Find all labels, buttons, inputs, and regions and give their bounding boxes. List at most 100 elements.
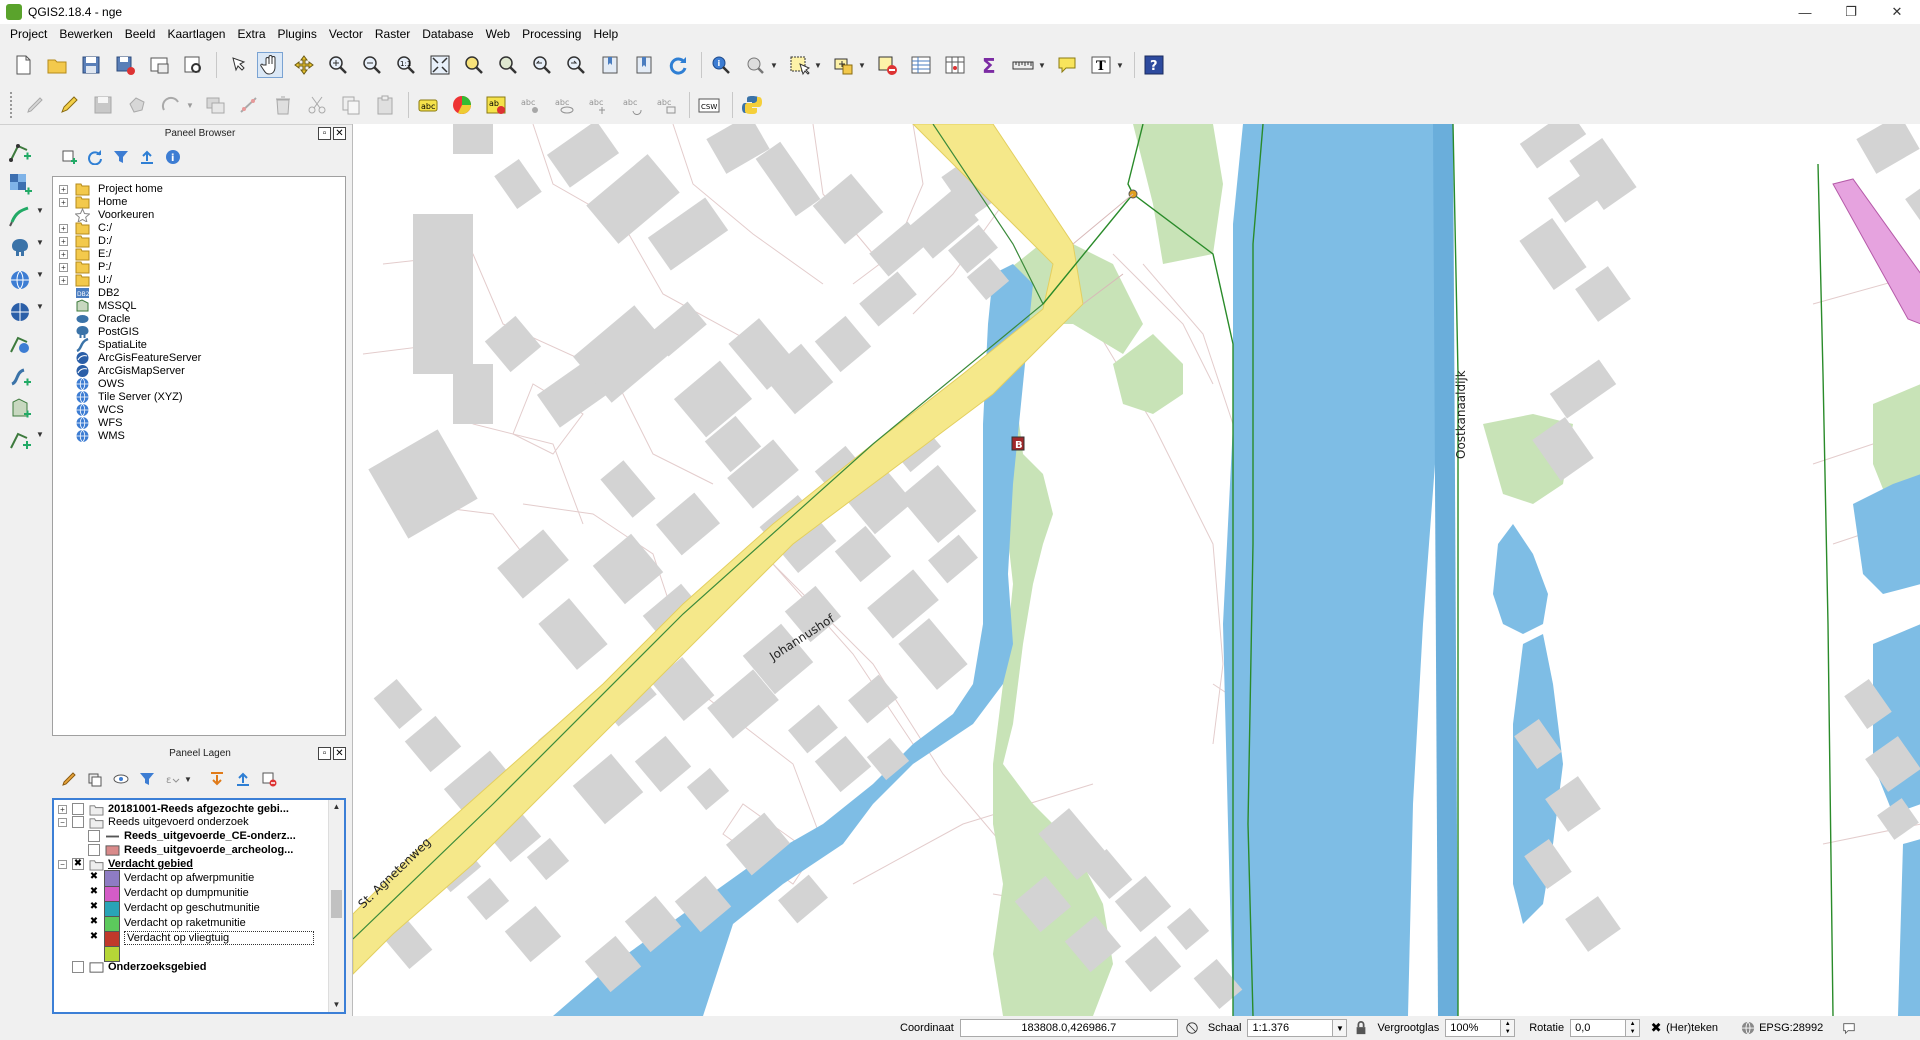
chevron-down-icon[interactable]: ▼ <box>36 238 44 247</box>
add-delimited-text-icon[interactable] <box>6 202 34 230</box>
menu-web[interactable]: Web <box>480 27 516 41</box>
collapse-all-icon[interactable] <box>138 148 156 166</box>
expand-toggle-icon[interactable]: + <box>59 236 68 246</box>
expand-toggle-icon[interactable]: + <box>59 223 68 233</box>
add-feature-icon[interactable] <box>124 92 150 118</box>
magnifier-spinner[interactable]: ▲ ▼ <box>1501 1019 1516 1037</box>
chevron-down-icon[interactable]: ▼ <box>1038 61 1046 70</box>
menu-extra[interactable]: Extra <box>231 27 271 41</box>
help-icon[interactable]: ? <box>1141 52 1167 78</box>
add-spatialite-layer-icon[interactable] <box>6 362 34 390</box>
magnifier-field[interactable]: 100% <box>1445 1019 1502 1037</box>
manage-visibility-icon[interactable] <box>112 770 130 788</box>
menu-raster[interactable]: Raster <box>369 27 416 41</box>
menu-help[interactable]: Help <box>587 27 624 41</box>
rotation-spinner[interactable]: ▲ ▼ <box>1626 1019 1641 1037</box>
show-bookmarks-icon[interactable] <box>631 52 657 78</box>
zoom-to-layer-icon[interactable] <box>495 52 521 78</box>
collapse-all-icon[interactable] <box>234 770 252 788</box>
pan-to-selection-icon[interactable] <box>291 52 317 78</box>
layer-diagram-icon[interactable] <box>449 92 475 118</box>
python-console-icon[interactable] <box>739 92 765 118</box>
class-visibility-checkbox[interactable]: ✖ <box>88 872 100 884</box>
chevron-down-icon[interactable]: ▼ <box>858 61 866 70</box>
layer-visibility-checkbox[interactable] <box>88 830 100 842</box>
zoom-full-icon[interactable] <box>427 52 453 78</box>
close-panel-button[interactable]: ✕ <box>333 127 346 140</box>
paste-features-icon[interactable] <box>372 92 398 118</box>
attribute-table-icon[interactable] <box>908 52 934 78</box>
zoom-to-selection-icon[interactable] <box>461 52 487 78</box>
rotation-field[interactable]: 0,0 <box>1570 1019 1627 1037</box>
menu-plugins[interactable]: Plugins <box>272 27 323 41</box>
coordinate-field[interactable]: 183808.0,426986.7 <box>959 1019 1178 1037</box>
minimize-button[interactable]: — <box>1782 0 1828 24</box>
menu-processing[interactable]: Processing <box>516 27 587 41</box>
zoom-last-icon[interactable] <box>529 52 555 78</box>
layer-visibility-checkbox[interactable] <box>72 816 84 828</box>
open-project-icon[interactable] <box>44 52 70 78</box>
add-wcs-layer-icon[interactable] <box>6 298 34 326</box>
node-tool-icon[interactable] <box>236 92 262 118</box>
chevron-down-icon[interactable]: ▼ <box>36 430 44 439</box>
render-checkbox-icon[interactable]: ✖ <box>1648 1020 1664 1036</box>
zoom-in-icon[interactable] <box>325 52 351 78</box>
add-wfs-layer-icon[interactable] <box>6 330 34 358</box>
menu-kaartlagen[interactable]: Kaartlagen <box>161 27 231 41</box>
change-label-icon[interactable]: abc <box>653 92 679 118</box>
move-label-icon[interactable]: abc <box>585 92 611 118</box>
scroll-up-icon[interactable]: ▲ <box>329 800 344 814</box>
float-panel-button[interactable]: ▫ <box>318 747 331 760</box>
add-raster-layer-icon[interactable] <box>6 170 34 198</box>
toggle-editing-icon[interactable] <box>56 92 82 118</box>
toggle-extents-icon[interactable] <box>1184 1020 1200 1036</box>
menu-project[interactable]: Project <box>4 27 53 41</box>
add-wms-layer-icon[interactable] <box>6 266 34 294</box>
menu-database[interactable]: Database <box>416 27 479 41</box>
chevron-down-icon[interactable]: ▼ <box>36 302 44 311</box>
expand-toggle-icon[interactable]: + <box>59 184 68 194</box>
map-canvas[interactable]: St. Agnetenweg Johannushof Oostkanaaldij… <box>352 124 1920 1016</box>
toolbar-grip[interactable] <box>10 92 14 118</box>
layer-visibility-checkbox[interactable] <box>72 803 84 815</box>
layer-labeling-icon[interactable]: abc <box>415 92 441 118</box>
map-tips-icon[interactable] <box>1054 52 1080 78</box>
identify-icon[interactable]: i <box>708 52 734 78</box>
menu-vector[interactable]: Vector <box>323 27 369 41</box>
expand-toggle-icon[interactable]: + <box>59 249 68 259</box>
show-hide-labels-icon[interactable]: abc <box>551 92 577 118</box>
remove-layer-icon[interactable] <box>260 770 278 788</box>
chevron-down-icon[interactable]: ▼ <box>186 101 194 110</box>
styling-brush-icon[interactable] <box>60 770 78 788</box>
highlight-pinned-labels-icon[interactable]: ab <box>483 92 509 118</box>
new-shapefile-layer-icon[interactable] <box>6 426 34 454</box>
action-icon[interactable] <box>742 52 768 78</box>
field-calculator-icon[interactable] <box>942 52 968 78</box>
messages-icon[interactable] <box>1841 1020 1857 1036</box>
add-group-icon[interactable] <box>86 770 104 788</box>
deselect-icon[interactable] <box>874 52 900 78</box>
info-icon[interactable]: i <box>164 148 182 166</box>
crs-label[interactable]: EPSG:28992 <box>1759 1022 1823 1034</box>
close-button[interactable]: ✕ <box>1874 0 1920 24</box>
class-visibility-checkbox[interactable]: ✖ <box>88 887 100 899</box>
zoom-next-icon[interactable] <box>563 52 589 78</box>
map-rendering[interactable]: St. Agnetenweg Johannushof Oostkanaaldij… <box>353 124 1920 1016</box>
expand-all-icon[interactable] <box>208 770 226 788</box>
refresh-icon[interactable] <box>86 148 104 166</box>
class-visibility-checkbox[interactable]: ✖ <box>88 902 100 914</box>
add-vector-layer-icon[interactable] <box>6 138 34 166</box>
touch-pan-icon[interactable] <box>223 52 249 78</box>
save-edits-icon[interactable] <box>90 92 116 118</box>
browser-item[interactable]: WMS <box>53 428 125 444</box>
layer-visibility-checkbox[interactable]: ✖ <box>72 858 84 870</box>
save-as-icon[interactable] <box>112 52 138 78</box>
scrollbar-thumb[interactable] <box>331 890 342 918</box>
close-panel-button[interactable]: ✕ <box>333 747 346 760</box>
metasearch-csw-icon[interactable]: CSW <box>696 92 722 118</box>
chevron-down-icon[interactable]: ▼ <box>814 61 822 70</box>
pin-labels-icon[interactable]: abc <box>517 92 543 118</box>
expand-toggle-icon[interactable]: − <box>58 859 67 869</box>
chevron-down-icon[interactable]: ▼ <box>184 775 192 784</box>
measure-line-icon[interactable] <box>1010 52 1036 78</box>
